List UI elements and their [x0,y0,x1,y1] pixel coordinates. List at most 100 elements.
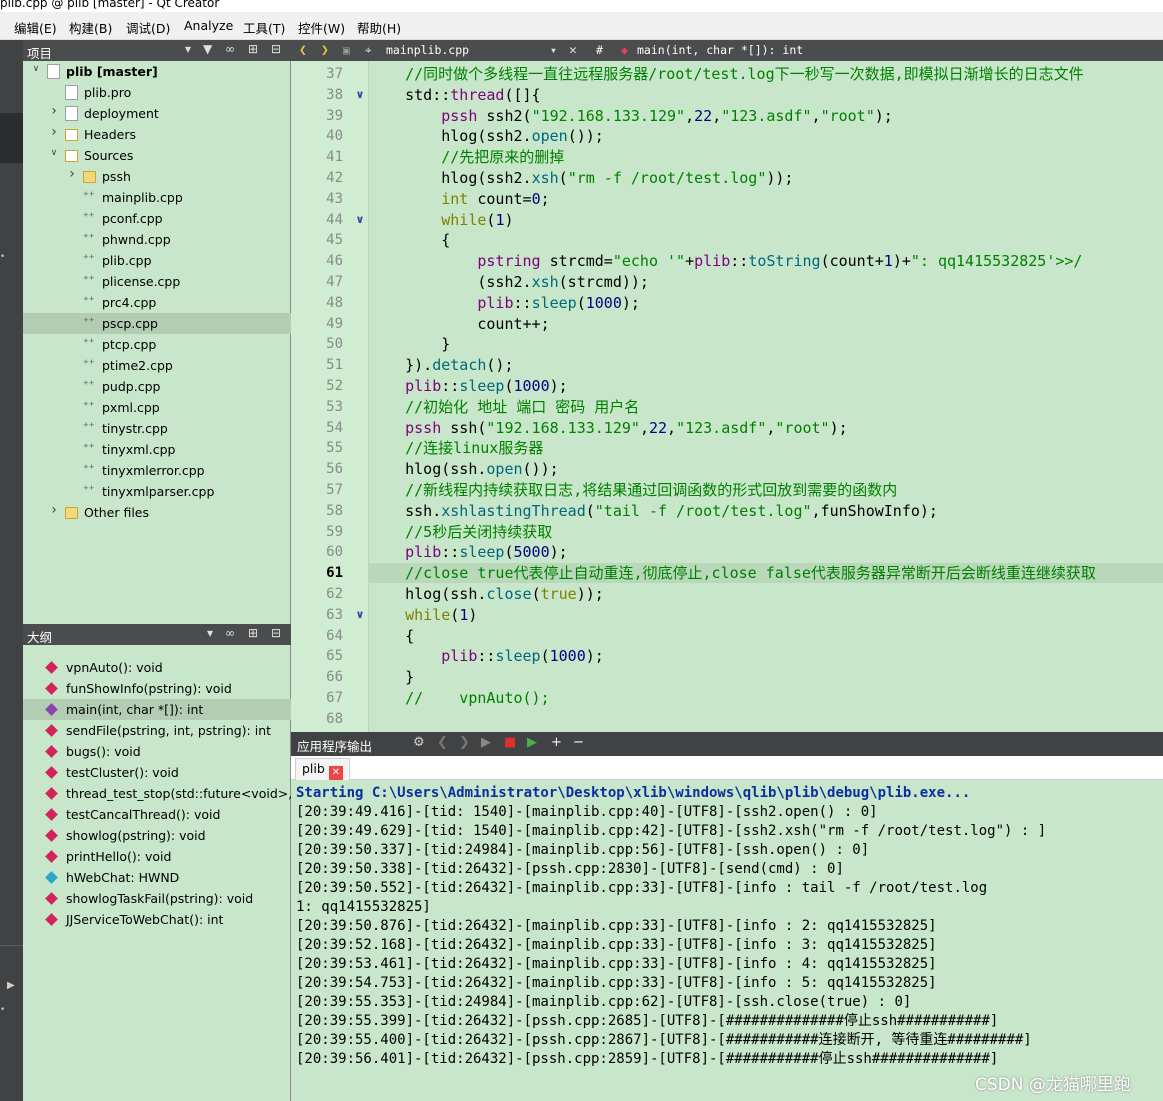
project-tree-item[interactable]: ⁺⁺ tinyxmlerror.cpp [23,460,291,481]
project-tree-item[interactable]: ⁺⁺ tinyxml.cpp [23,439,291,460]
run-arrow-icon[interactable]: ▶ [7,980,15,991]
next-icon[interactable]: ❯ [459,735,470,750]
code-line[interactable]: { [369,626,1163,646]
outline-item[interactable]: bugs(): void [23,741,291,762]
code-line[interactable]: count++; [369,314,1163,334]
code-line[interactable]: //先把原来的删掉 [369,147,1163,167]
code-line[interactable]: { [369,230,1163,250]
project-tree-item[interactable]: ⁺⁺ prc4.cpp [23,292,291,313]
code-line[interactable]: //初始化 地址 端口 密码 用户名 [369,397,1163,417]
code-line[interactable]: plib::sleep(1000); [369,646,1163,666]
prev-icon[interactable]: ❮ [437,735,448,750]
file-dropdown-icon[interactable]: ▾ [550,43,557,57]
project-tree-item[interactable]: ⁺⁺ pudp.cpp [23,376,291,397]
project-tree-item[interactable]: ∨ Sources [23,145,291,166]
project-tree-item[interactable]: › Other files [23,502,291,523]
code-line[interactable]: plib::sleep(1000); [369,293,1163,313]
project-tree-item[interactable]: ⁺⁺ ptcp.cpp [23,334,291,355]
hash-label[interactable]: # [596,43,603,57]
split-icon[interactable]: ⊞ [248,626,258,640]
collapsed-chevron-icon[interactable]: › [49,502,59,518]
close-pane-icon[interactable]: ⊟ [271,42,281,56]
zoom-out-icon[interactable]: − [573,735,584,750]
code-line[interactable]: // vpnAuto(); [369,688,1163,708]
outline-item[interactable]: testCluster(): void [23,762,291,783]
expanded-chevron-icon[interactable]: ∨ [31,64,41,74]
outline-item[interactable]: showlogTaskFail(pstring): void [23,888,291,909]
code-line[interactable]: hlog(ssh.open()); [369,459,1163,479]
project-tree-item[interactable]: › Headers [23,124,291,145]
code-editor[interactable]: 37 38 39 40 41 42 43 44 45 46 47 48 49 50 51 52 53 54 55 56… [291,61,1163,732]
menu-edit[interactable]: 编辑(E) [14,18,57,37]
stop-icon[interactable]: ■ [504,735,516,750]
project-tree-item[interactable]: ⁺⁺ plicense.cpp [23,271,291,292]
output-tab-plib[interactable]: plib ✕ [295,758,350,780]
code-line[interactable]: hlog(ssh.close(true)); [369,584,1163,604]
outline-item[interactable]: JJServiceToWebChat(): int [23,909,291,930]
pane-dropdown-icon[interactable]: ▾ [207,626,213,640]
code-line[interactable]: pssh ssh("192.168.133.129",22,"123.asdf"… [369,418,1163,438]
menu-build[interactable]: 构建(B) [69,18,112,37]
project-tree-item[interactable]: ⁺⁺ ptime2.cpp [23,355,291,376]
project-tree-item[interactable]: › pssh [23,166,291,187]
forward-arrow-icon[interactable]: ❯ [321,43,329,58]
fold-toggle-icon[interactable]: ∨ [351,210,369,230]
code-line[interactable]: //连接linux服务器 [369,438,1163,458]
open-file-name[interactable]: mainplib.cpp [386,43,469,57]
zoom-in-icon[interactable]: + [551,735,562,750]
close-tab-icon[interactable]: ✕ [328,766,343,780]
code-line[interactable]: }).detach(); [369,355,1163,375]
outline-item[interactable]: funShowInfo(pstring): void [23,678,291,699]
code-line[interactable]: plib::sleep(1000); [369,376,1163,396]
code-line[interactable]: } [369,334,1163,354]
menu-debug[interactable]: 调试(D) [126,18,170,37]
collapsed-chevron-icon[interactable]: › [67,166,77,182]
code-line[interactable] [369,709,1163,729]
project-tree-item[interactable]: ⁺⁺ mainplib.cpp [23,187,291,208]
project-tree-item[interactable]: ⁺⁺ plib.cpp [23,250,291,271]
fold-toggle-icon[interactable]: ∨ [351,605,369,625]
collapsed-chevron-icon[interactable]: › [49,124,59,140]
code-line[interactable]: pstring strcmd="echo '"+plib::toString(c… [369,251,1163,271]
project-tree-item[interactable]: ⁺⁺ pconf.cpp [23,208,291,229]
attach-icon[interactable]: ⚙ [413,735,425,750]
menu-tools[interactable]: 工具(T) [243,18,285,37]
code-area[interactable]: //同时做个多线程一直往远程服务器/root/test.log下一秒写一次数据,… [369,61,1163,732]
code-line[interactable]: hlog(ssh2.open()); [369,126,1163,146]
project-tree-item[interactable]: plib.pro [23,82,291,103]
close-pane-icon[interactable]: ⊟ [271,626,281,640]
code-line[interactable]: //5秒后关闭持续获取 [369,522,1163,542]
project-tree-item[interactable]: ⁺⁺ phwnd.cpp [23,229,291,250]
outline-item[interactable]: printHello(): void [23,846,291,867]
application-output[interactable]: Starting C:\Users\Administrator\Desktop\… [291,780,1163,1101]
code-line[interactable]: hlog(ssh2.xsh("rm -f /root/test.log")); [369,168,1163,188]
link-icon[interactable]: ∞ [225,626,235,640]
code-line[interactable]: while(1) [369,210,1163,230]
project-tree-item[interactable]: ⁺⁺ tinyxmlparser.cpp [23,481,291,502]
symbol-selector[interactable]: main(int, char *[]): int [637,43,803,57]
project-tree-item[interactable]: › deployment [23,103,291,124]
outline-item[interactable]: thread_test_stop(std::future<void>, int) [23,783,317,804]
menu-analyze[interactable]: Analyze [184,18,233,33]
fold-toggle-icon[interactable]: ∨ [351,85,369,105]
outline-item[interactable]: hWebChat: HWND [23,867,291,888]
code-line[interactable]: pssh ssh2("192.168.133.129",22,"123.asdf… [369,106,1163,126]
filter-icon[interactable]: ▼ [203,42,212,56]
project-tree-item[interactable]: ⁺⁺ pscp.cpp [23,313,291,334]
close-file-icon[interactable]: ✕ [569,43,577,58]
code-line[interactable]: plib::sleep(5000); [369,542,1163,562]
back-arrow-icon[interactable]: ❮ [299,43,307,58]
outline-item[interactable]: showlog(pstring): void [23,825,291,846]
code-line[interactable]: int count=0; [369,189,1163,209]
pane-dropdown-icon[interactable]: ▾ [185,42,191,56]
code-line[interactable]: } [369,667,1163,687]
project-tree-item[interactable]: ⁺⁺ pxml.cpp [23,397,291,418]
code-line[interactable]: //close true代表停止自动重连,彻底停止,close false代表服… [369,563,1163,584]
project-tree-item[interactable]: ∨ plib [master] [23,61,291,82]
project-tree-item[interactable]: ⁺⁺ tinystr.cpp [23,418,291,439]
outline-item[interactable]: main(int, char *[]): int [23,699,291,720]
code-line[interactable]: //新线程内持续获取日志,将结果通过回调函数的形式回放到需要的函数内 [369,480,1163,500]
expanded-chevron-icon[interactable]: ∨ [49,148,59,158]
menu-controls[interactable]: 控件(W) [298,18,345,37]
outline-item[interactable]: testCancalThread(): void [23,804,291,825]
